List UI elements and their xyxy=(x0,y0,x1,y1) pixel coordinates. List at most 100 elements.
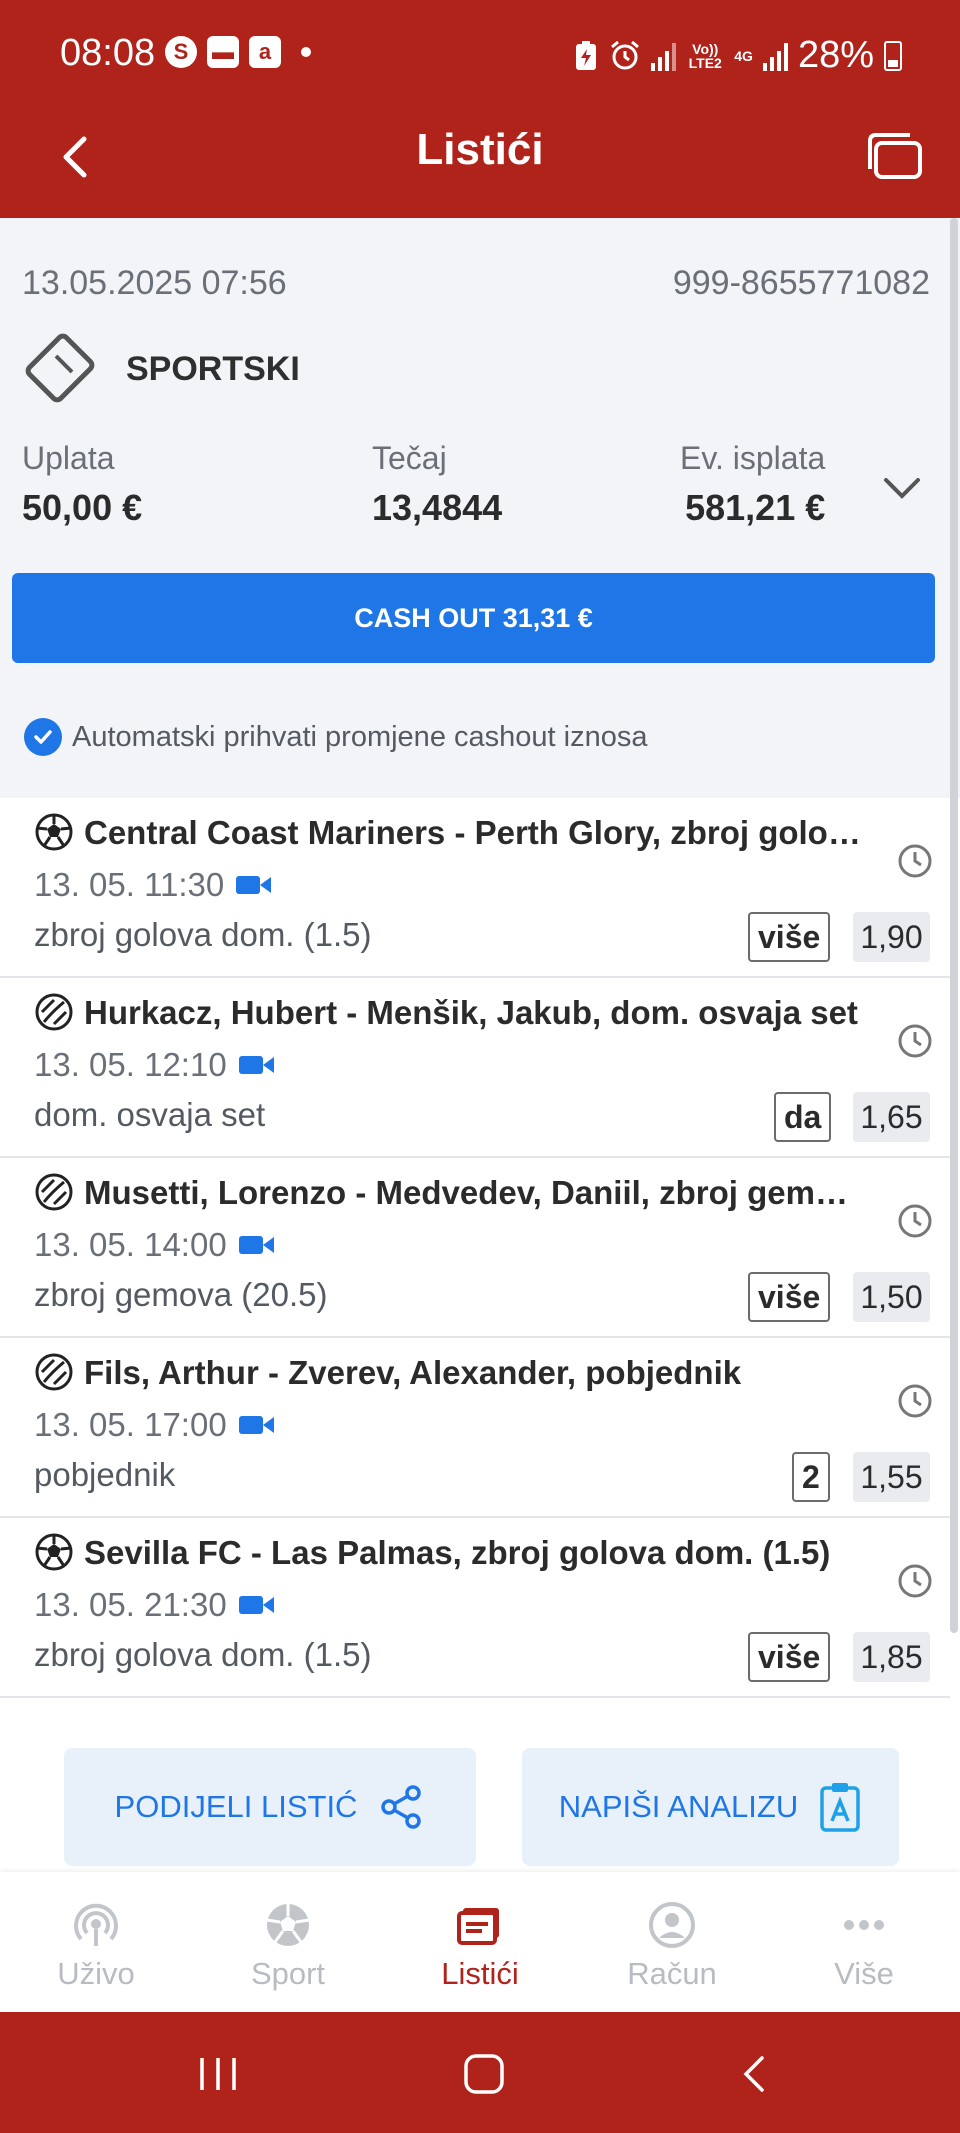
event-market: zbroj golova dom. (1.5) xyxy=(34,916,372,953)
signal-strength-icon xyxy=(651,41,677,71)
network-type: 4G xyxy=(734,47,753,64)
battery-icon xyxy=(884,40,902,71)
event-odd: 1,55 xyxy=(853,1452,930,1502)
nav-item-account[interactable]: Račun xyxy=(576,1872,768,2012)
nav-label: Sport xyxy=(250,1956,326,1991)
ticket-id: 999-8655771082 xyxy=(672,264,930,302)
live-stream-camera-icon xyxy=(238,1056,274,1074)
app-bar: Listići xyxy=(0,105,960,218)
ticket-summary: 13.05.2025 07:56 999-8655771082 SPORTSKI… xyxy=(0,218,960,798)
tennis-ball-icon xyxy=(35,993,73,1031)
event-row[interactable]: Hurkacz, Hubert - Menšik, Jakub, dom. os… xyxy=(0,978,950,1158)
live-stream-camera-icon xyxy=(238,1596,274,1614)
nav-label: Račun xyxy=(627,1956,717,1991)
stake-label: Uplata xyxy=(22,440,115,476)
auto-accept-label: Automatski prihvati promjene cashout izn… xyxy=(72,720,648,753)
share-ticket-button[interactable]: PODIJELI LISTIĆ xyxy=(64,1748,476,1866)
status-time: 08:08 xyxy=(60,32,156,74)
clock-icon xyxy=(898,1384,932,1418)
battery-saver-icon xyxy=(576,40,597,70)
soccer-ball-icon xyxy=(266,1904,310,1946)
clock-icon xyxy=(898,1564,932,1598)
live-stream-camera-icon xyxy=(238,1416,274,1434)
pick-badge: više xyxy=(748,1272,831,1322)
live-icon xyxy=(74,1903,118,1946)
signal-strength-2-icon xyxy=(762,41,788,71)
event-time: 13. 05. 11:30 xyxy=(34,866,272,904)
tennis-ball-icon xyxy=(35,1173,73,1211)
payout-label: Ev. isplata xyxy=(680,440,826,476)
checkmark-icon[interactable] xyxy=(24,718,62,756)
stake-field: Uplata 50,00 € xyxy=(22,440,142,529)
live-stream-camera-icon xyxy=(236,876,272,894)
battery-percent: 28% xyxy=(797,34,874,76)
event-market: dom. osvaja set xyxy=(34,1096,266,1133)
chevron-down-icon[interactable] xyxy=(880,466,924,510)
volte-indicator: Vo)) LTE2 xyxy=(688,40,722,71)
app-notification-icon: S xyxy=(165,36,197,68)
clipboard-analysis-icon xyxy=(820,1783,860,1832)
nav-label: Uživo xyxy=(57,1956,135,1991)
tennis-ball-icon xyxy=(35,1353,73,1391)
event-market: zbroj golova dom. (1.5) xyxy=(34,1636,372,1673)
system-back-icon[interactable] xyxy=(736,2054,776,2094)
pick-badge: više xyxy=(748,1632,831,1682)
app-a-notification-icon: a xyxy=(249,36,281,68)
share-ticket-label: PODIJELI LISTIĆ xyxy=(114,1789,358,1824)
more-icon xyxy=(844,1920,884,1930)
pick-badge: više xyxy=(748,912,831,962)
stake-value: 50,00 € xyxy=(22,487,143,528)
auto-accept-checkbox[interactable]: Automatski prihvati promjene cashout izn… xyxy=(24,718,647,756)
event-title: Fils, Arthur - Zverev, Alexander, pobjed… xyxy=(84,1354,742,1391)
odds-label: Tečaj xyxy=(372,440,447,476)
event-odd: 1,90 xyxy=(853,912,930,962)
soccer-ball-icon xyxy=(35,1533,73,1571)
nav-item-more[interactable]: Više xyxy=(768,1872,960,2012)
nav-item-tickets[interactable]: Listići xyxy=(384,1872,576,2012)
clock-icon xyxy=(898,844,932,878)
nav-item-sport[interactable]: Sport xyxy=(192,1872,384,2012)
event-title: Hurkacz, Hubert - Menšik, Jakub, dom. os… xyxy=(84,994,858,1031)
event-row[interactable]: Sevilla FC - Las Palmas, zbroj golova do… xyxy=(0,1518,950,1698)
ticket-icon xyxy=(457,1908,499,1945)
write-analysis-label: NAPIŠI ANALIZU xyxy=(558,1789,799,1824)
payout-field: Ev. isplata 581,21 € xyxy=(680,440,825,529)
event-row[interactable]: Musetti, Lorenzo - Medvedev, Daniil, zbr… xyxy=(0,1158,950,1338)
write-analysis-button[interactable]: NAPIŠI ANALIZU xyxy=(522,1748,899,1866)
event-title: Central Coast Mariners - Perth Glory, zb… xyxy=(84,814,864,851)
multi-window-icon[interactable] xyxy=(862,125,928,191)
event-time: 13. 05. 14:00 xyxy=(34,1226,275,1264)
nav-label: Listići xyxy=(441,1956,519,1991)
wallet-notification-icon: ▬ xyxy=(207,36,239,68)
recent-apps-icon[interactable] xyxy=(196,2054,240,2094)
page-title: Listići xyxy=(416,125,544,174)
clock-icon xyxy=(898,1204,932,1238)
share-icon xyxy=(381,1785,422,1829)
ticket-type: SPORTSKI xyxy=(126,350,300,388)
bottom-navigation: Uživo Sport Listići Račun Više xyxy=(0,1872,960,2012)
system-icons: Vo)) LTE2 4G 28% xyxy=(573,34,902,77)
ticket-tag-icon xyxy=(25,333,95,403)
clock-icon xyxy=(898,1024,932,1058)
alarm-icon xyxy=(611,40,640,69)
event-row[interactable]: Central Coast Mariners - Perth Glory, zb… xyxy=(0,798,950,978)
payout-value: 581,21 € xyxy=(685,487,826,528)
scrollbar[interactable] xyxy=(950,218,958,1633)
event-time: 13. 05. 17:00 xyxy=(34,1406,275,1444)
live-stream-camera-icon xyxy=(238,1236,274,1254)
status-bar: 08:08 S ▬ a Vo)) LTE2 4G 28% xyxy=(0,0,960,105)
notification-icons: S ▬ a xyxy=(165,36,311,68)
event-market: pobjednik xyxy=(34,1456,176,1493)
nav-item-live[interactable]: Uživo xyxy=(0,1872,192,2012)
event-time: 13. 05. 12:10 xyxy=(34,1046,275,1084)
events-list: Central Coast Mariners - Perth Glory, zb… xyxy=(0,798,950,1698)
nav-label: Više xyxy=(834,1956,894,1991)
pick-badge: 2 xyxy=(792,1452,830,1502)
soccer-ball-icon xyxy=(35,813,73,851)
event-row[interactable]: Fils, Arthur - Zverev, Alexander, pobjed… xyxy=(0,1338,950,1518)
cashout-button[interactable]: CASH OUT 31,31 € xyxy=(12,573,935,663)
home-icon[interactable] xyxy=(462,2052,506,2096)
event-title: Sevilla FC - Las Palmas, zbroj golova do… xyxy=(84,1534,831,1571)
more-notifications-dot-icon xyxy=(301,47,311,57)
event-odd: 1,85 xyxy=(853,1632,930,1682)
